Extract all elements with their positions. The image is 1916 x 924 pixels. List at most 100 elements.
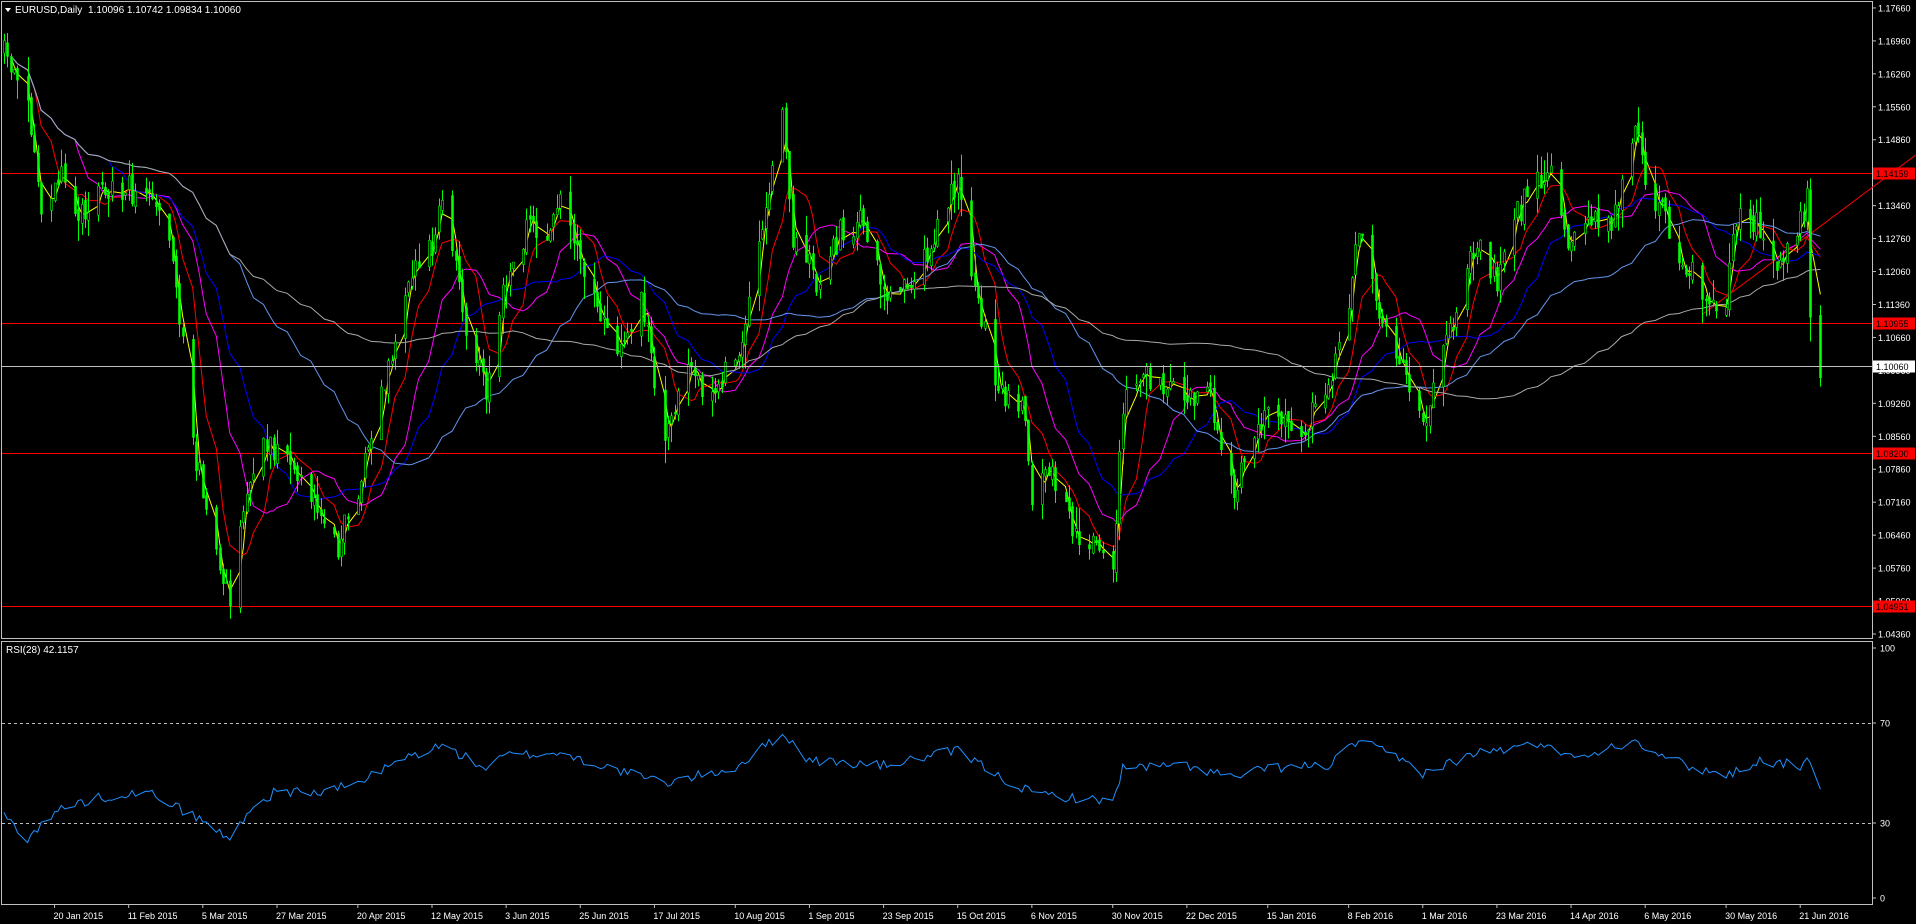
candle-body [835, 237, 838, 255]
candle-body [441, 199, 444, 211]
candle-body [664, 389, 667, 441]
candle-body [1071, 506, 1074, 537]
candle-body [724, 361, 727, 384]
candle-body [1284, 414, 1287, 428]
candle-body [40, 182, 43, 215]
candle-body [522, 249, 525, 265]
candle-body [124, 192, 127, 196]
candle-body [1685, 267, 1688, 275]
candle-body [404, 295, 407, 339]
candle-body [293, 462, 296, 470]
candle-body [1102, 550, 1105, 554]
candle-body [1092, 535, 1095, 554]
candle-body [903, 279, 906, 290]
candle-body [1445, 334, 1448, 344]
candle-body [1708, 297, 1711, 305]
candle-body [364, 453, 367, 479]
candle-body [1661, 199, 1664, 203]
candle-body [906, 283, 909, 290]
candle-body [1193, 392, 1196, 407]
time-tick-label: 1 Mar 2016 [1422, 911, 1468, 921]
candle-body [1240, 462, 1243, 488]
candle-body [74, 186, 77, 214]
candle-body [1381, 315, 1384, 324]
candle-body [960, 176, 963, 200]
candle-body [1189, 389, 1192, 399]
time-tick-label: 1 Sep 2015 [808, 911, 854, 921]
candle-body [1516, 201, 1519, 218]
candle-body [819, 284, 822, 290]
candle-body [788, 151, 791, 200]
candle-body [569, 191, 572, 226]
candle-body [505, 285, 508, 288]
candle-body [205, 495, 208, 510]
candle-body [1385, 318, 1388, 327]
candle-body [1523, 188, 1526, 225]
candle-body [384, 389, 387, 392]
price-tick-label: 1.16260 [1878, 69, 1911, 79]
candle-body [1041, 472, 1044, 505]
candle-body [1075, 528, 1078, 532]
candle-body [1570, 241, 1573, 252]
candle-body [1739, 208, 1742, 230]
candle-body [785, 107, 788, 153]
candle-body [852, 236, 855, 245]
candle-body [1405, 360, 1408, 375]
candle-body [984, 321, 987, 329]
candle-body [1371, 234, 1374, 280]
candle-body [596, 291, 599, 307]
candle-body [677, 390, 680, 416]
rsi-tick-label: 30 [1880, 819, 1890, 829]
candle-body [1051, 466, 1054, 480]
candle-body [320, 509, 323, 517]
time-tick-label: 23 Mar 2016 [1496, 911, 1547, 921]
candle-body [1715, 304, 1718, 312]
candle-body [1166, 388, 1169, 397]
candle-body [465, 307, 468, 336]
candle-body [1280, 411, 1283, 425]
candle-body [1418, 390, 1421, 411]
candle-body [1001, 384, 1004, 389]
price-tick-label: 1.09260 [1878, 399, 1911, 409]
level-price-label: 1.04951 [1876, 602, 1909, 612]
candle-body [252, 473, 255, 481]
candle-body [1432, 382, 1435, 408]
candle-body [151, 193, 154, 200]
candle-body [1230, 453, 1233, 476]
candle-body [1681, 264, 1684, 268]
candle-body [1216, 421, 1219, 431]
candle-body [883, 286, 886, 290]
candle-body [886, 291, 889, 301]
rsi-header-label: RSI(28) 42.1157 [6, 645, 79, 656]
candle-body [559, 193, 562, 209]
candle-body [1162, 373, 1165, 395]
candle-body [1637, 122, 1640, 135]
candle-body [549, 230, 552, 242]
candle-body [414, 260, 417, 277]
price-tick-label: 1.07860 [1878, 465, 1911, 475]
chart-header[interactable]: EURUSD,Daily 1.10096 1.10742 1.09834 1.1… [5, 5, 241, 16]
candle-body [6, 42, 9, 57]
candle-body [438, 205, 441, 233]
candle-body [1118, 451, 1121, 524]
candle-body [812, 253, 815, 271]
candle-body [1115, 523, 1118, 573]
candle-body [1725, 307, 1728, 316]
candle-body [913, 281, 916, 290]
candle-body [1065, 491, 1068, 503]
candle-body [957, 173, 960, 194]
price-tick-label: 1.11360 [1878, 300, 1910, 310]
candle-body [1048, 466, 1051, 476]
candle-body [222, 568, 225, 584]
candle-body [1752, 215, 1755, 233]
candle-body [1563, 212, 1566, 230]
candle-body [926, 247, 929, 262]
candle-body [701, 376, 704, 397]
candle-body [650, 326, 653, 354]
price-tick-label: 1.14860 [1878, 135, 1911, 145]
time-tick-label: 21 Jun 2016 [1799, 911, 1849, 921]
candle-body [343, 514, 346, 544]
candle-body [535, 220, 538, 238]
candle-body [1213, 387, 1216, 424]
candle-body [711, 391, 714, 402]
